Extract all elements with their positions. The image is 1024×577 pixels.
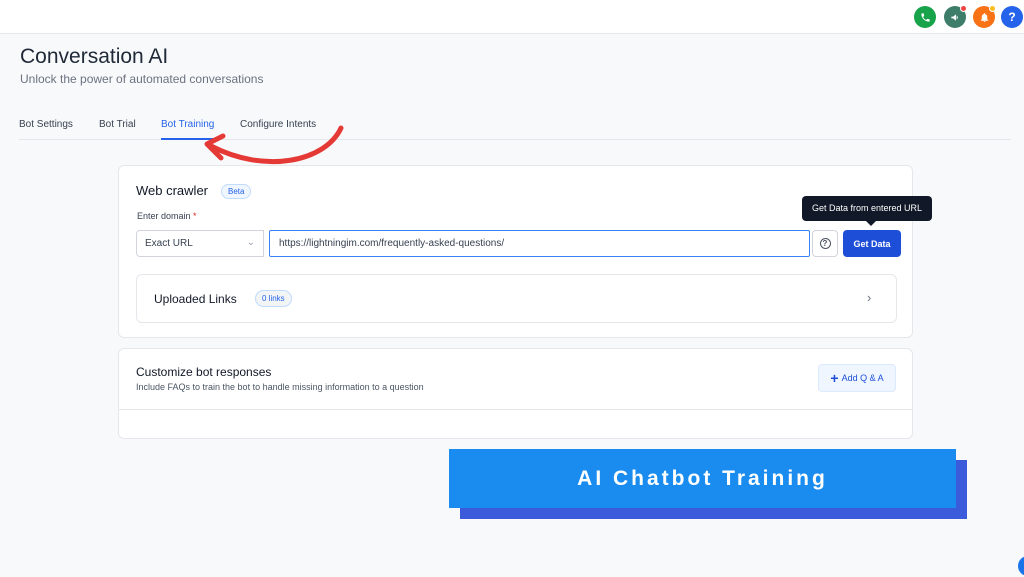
page-title: Conversation AI	[20, 45, 169, 68]
help-glyph: ?	[1008, 10, 1016, 24]
add-qa-button[interactable]: + Add Q & A	[818, 364, 896, 392]
notification-dot	[989, 5, 996, 12]
domain-label: Enter domain *	[137, 211, 197, 221]
chat-widget-icon[interactable]	[1018, 556, 1024, 576]
uploaded-links-card[interactable]: Uploaded Links 0 links ›	[136, 274, 897, 323]
links-count-badge: 0 links	[255, 290, 292, 307]
chevron-right-icon[interactable]: ›	[867, 290, 871, 305]
tab-bot-trial[interactable]: Bot Trial	[99, 118, 136, 140]
web-crawler-card: Web crawler Beta Enter domain * Exact UR…	[118, 165, 913, 338]
plus-icon: +	[830, 370, 839, 386]
get-data-tooltip: Get Data from entered URL	[802, 196, 933, 226]
url-input[interactable]	[269, 230, 810, 257]
promo-banner: AI Chatbot Training	[449, 449, 956, 508]
tab-bar: Bot Settings Bot Trial Bot Training Conf…	[19, 118, 1011, 140]
help-icon[interactable]: ?	[1001, 6, 1023, 28]
get-data-button[interactable]: Get Data	[843, 230, 901, 257]
question-circle-icon: ?	[819, 238, 831, 249]
url-help-button[interactable]: ?	[812, 230, 838, 257]
web-crawler-title: Web crawler	[136, 183, 209, 198]
chevron-down-icon: ⌄	[246, 237, 255, 248]
page-subtitle: Unlock the power of automated conversati…	[20, 72, 264, 86]
phone-icon[interactable]	[914, 6, 936, 28]
uploaded-links-title: Uploaded Links	[154, 292, 237, 306]
match-type-select[interactable]: Exact URL ⌄	[136, 230, 264, 257]
beta-badge: Beta	[221, 184, 252, 199]
top-bar: ?	[0, 0, 1024, 34]
customize-title: Customize bot responses	[136, 365, 272, 379]
megaphone-icon[interactable]	[944, 5, 967, 28]
bell-icon[interactable]	[973, 5, 996, 28]
notification-dot	[960, 5, 967, 12]
card-divider	[119, 409, 912, 410]
required-mark: *	[193, 211, 197, 221]
tab-bot-settings[interactable]: Bot Settings	[19, 118, 73, 140]
customize-responses-card: Customize bot responses Include FAQs to …	[118, 348, 913, 439]
customize-description: Include FAQs to train the bot to handle …	[136, 382, 424, 392]
